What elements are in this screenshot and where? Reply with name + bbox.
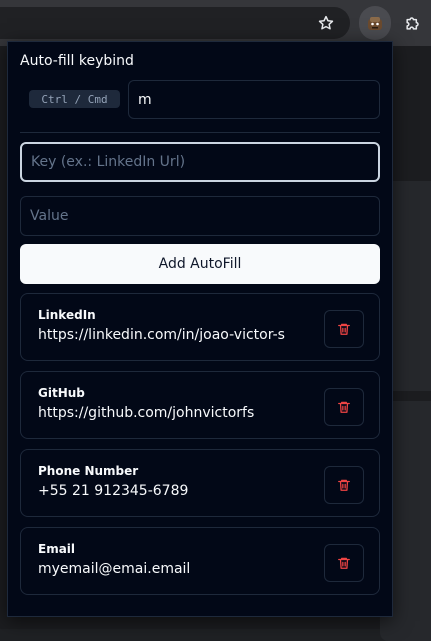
address-bar[interactable] (0, 7, 350, 39)
extension-button[interactable] (359, 6, 391, 40)
keybind-title: Auto-fill keybind (20, 53, 134, 69)
autofill-item-card: Email myemail@emai.email (20, 527, 380, 595)
autofill-value-input[interactable] (20, 196, 380, 236)
trash-icon (338, 323, 350, 335)
autofill-item-value: myemail@emai.email (38, 561, 191, 577)
trash-icon (338, 479, 350, 491)
add-autofill-button[interactable]: Add AutoFill (20, 244, 380, 284)
autofill-item-value: https://github.com/johnvictorfs (38, 405, 255, 421)
autofill-item-card: GitHub https://github.com/johnvictorfs (20, 371, 380, 439)
delete-button[interactable] (324, 310, 364, 348)
autofill-item-value: +55 21 912345-6789 (38, 483, 189, 499)
autofill-popup: Auto-fill keybind Ctrl / Cmd m Add AutoF… (7, 41, 393, 617)
autofill-item-label: LinkedIn (38, 308, 96, 322)
delete-button[interactable] (324, 388, 364, 426)
delete-button[interactable] (324, 466, 364, 504)
star-icon (318, 15, 334, 30)
puzzle-icon (406, 17, 419, 30)
autofill-item-card: Phone Number +55 21 912345-6789 (20, 449, 380, 517)
autofill-item-label: GitHub (38, 386, 85, 400)
browser-toolbar (0, 0, 431, 46)
bookmark-star-button[interactable] (312, 9, 340, 37)
extensions-menu-button[interactable] (398, 8, 428, 38)
autofill-item-value: https://linkedin.com/in/joao-victor-s (38, 327, 285, 343)
divider (20, 132, 380, 133)
trash-icon (338, 401, 350, 413)
autofill-item-label: Phone Number (38, 464, 139, 478)
autofill-item-label: Email (38, 542, 76, 556)
cookie-extension-icon (368, 17, 382, 30)
autofill-item-card: LinkedIn https://linkedin.com/in/joao-vi… (20, 293, 380, 361)
modifier-key-badge: Ctrl / Cmd (29, 90, 120, 108)
trash-icon (338, 557, 350, 569)
autofill-key-input[interactable] (20, 142, 380, 182)
delete-button[interactable] (324, 544, 364, 582)
keybind-key-input[interactable]: m (128, 80, 380, 119)
